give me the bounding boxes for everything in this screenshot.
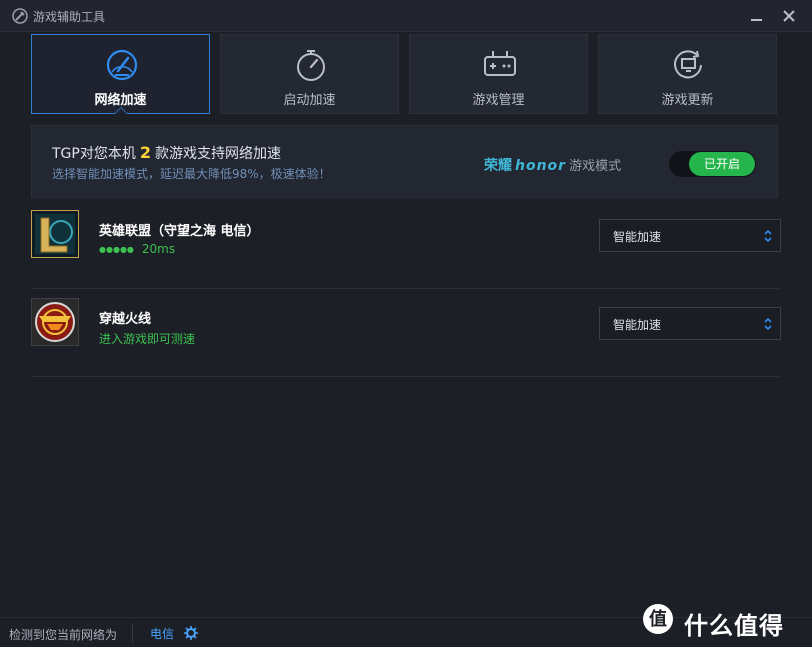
- tab-label: 网络加速: [94, 93, 147, 108]
- stopwatch-icon: [297, 50, 325, 81]
- honor-cn: 荣耀: [484, 158, 512, 174]
- latency-value: 20ms: [141, 242, 176, 256]
- supported-games-text: TGP对您本机 2 款游戏支持网络加速: [52, 143, 281, 163]
- banner-suffix: 款游戏支持网络加速: [154, 146, 281, 162]
- selected-mode: 智能加速: [613, 318, 662, 332]
- watermark: 值 什么值得买: [642, 600, 802, 640]
- updown-arrow-icon: [764, 229, 772, 243]
- acceleration-mode-select[interactable]: 智能加速: [599, 307, 781, 340]
- selected-mode: 智能加速: [613, 230, 662, 244]
- game-latency: ●●●●● 20ms: [99, 242, 175, 256]
- gamepad-icon: [484, 51, 516, 76]
- game-status: 进入游戏即可测速: [99, 332, 196, 346]
- svg-text:值: 值: [649, 608, 667, 630]
- minimize-icon[interactable]: [747, 6, 767, 26]
- toggle-on-label: 已开启: [689, 152, 755, 176]
- monitor-refresh-icon: [674, 50, 702, 79]
- tab-game-update[interactable]: 游戏更新: [598, 34, 777, 114]
- game-mode-toggle[interactable]: 已开启: [669, 151, 756, 177]
- game-row-crossfire: 穿越火线 进入游戏即可测速 智能加速: [31, 290, 781, 377]
- speedometer-icon: [106, 49, 138, 81]
- game-mode-text: 游戏模式: [569, 159, 622, 174]
- tab-startup-acceleration[interactable]: 启动加速: [220, 34, 399, 114]
- updown-arrow-icon: [764, 317, 772, 331]
- window-title: 游戏辅助工具: [33, 10, 106, 24]
- acceleration-info-banner: TGP对您本机 2 款游戏支持网络加速 选择智能加速模式，延迟最大降低98%，极速体…: [31, 125, 778, 198]
- title-bar: 游戏辅助工具: [0, 0, 812, 32]
- crossfire-icon: [31, 298, 79, 346]
- gear-icon[interactable]: [184, 626, 198, 640]
- tab-label: 游戏管理: [472, 93, 525, 108]
- game-name: 英雄联盟（守望之海 电信）: [99, 224, 260, 239]
- network-detect-text: 检测到您当前网络为: [9, 628, 118, 642]
- acceleration-mode-select[interactable]: 智能加速: [599, 219, 781, 252]
- tab-game-management[interactable]: 游戏管理: [409, 34, 588, 114]
- honor-game-mode-label: 荣耀 honor 游戏模式: [484, 155, 621, 175]
- smzdm-logo-icon: 值: [643, 604, 673, 634]
- signal-dots: ●●●●●: [99, 245, 134, 254]
- tab-label: 游戏更新: [661, 93, 714, 108]
- active-tab-caret: [114, 107, 128, 114]
- wrench-icon: [12, 8, 28, 24]
- banner-hint: 选择智能加速模式，延迟最大降低98%，极速体验！: [52, 167, 331, 181]
- watermark-text: 什么值得买: [684, 612, 784, 640]
- honor-brand: honor: [515, 158, 567, 174]
- game-row-lol: 英雄联盟（守望之海 电信） ●●●●● 20ms 智能加速: [31, 202, 781, 289]
- tab-network-acceleration[interactable]: 网络加速: [31, 34, 210, 114]
- supported-game-count: 2: [139, 143, 151, 162]
- league-of-legends-icon: [31, 210, 79, 258]
- banner-prefix: TGP对您本机: [52, 146, 136, 162]
- game-name: 穿越火线: [99, 312, 152, 327]
- status-divider: [132, 623, 133, 643]
- close-icon[interactable]: [779, 6, 799, 26]
- tab-label: 启动加速: [283, 93, 336, 108]
- network-provider-link[interactable]: 电信: [150, 625, 174, 642]
